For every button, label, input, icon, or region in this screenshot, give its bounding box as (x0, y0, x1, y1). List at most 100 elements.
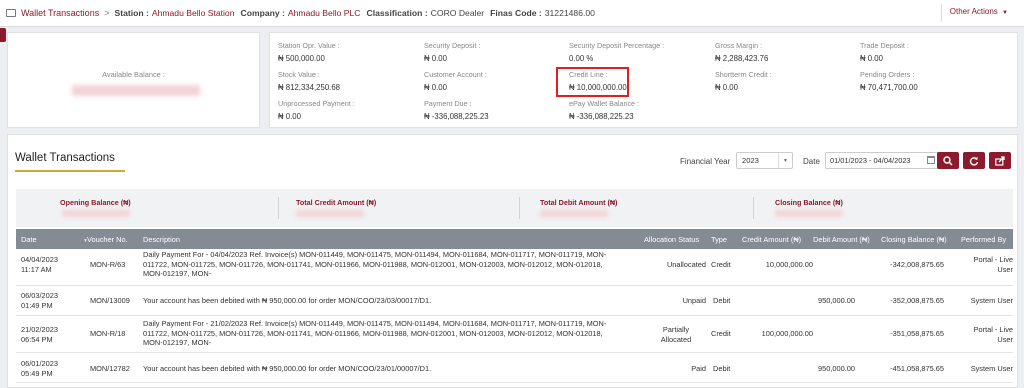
stat-label: Customer Account : (424, 70, 487, 79)
refresh-icon (969, 156, 979, 166)
financial-year-value: 2023 (742, 156, 759, 165)
transactions-table: Date ▼ Voucher No. Description Allocatio… (16, 229, 1013, 383)
date-text: 21/02/2023 (21, 325, 58, 334)
performed-by-line: Portal - Live (973, 255, 1013, 264)
station-key: Station : (114, 8, 149, 18)
table-row[interactable]: 21/02/2023 06:54 PM MON-R/18 Daily Paymen… (16, 316, 1013, 353)
cell-date: 04/04/2023 11:17 AM (21, 255, 81, 274)
station-value: Ahmadu Bello Station (151, 8, 235, 18)
time-text: 01:49 PM (21, 300, 53, 310)
column-header-closing-balance[interactable]: Closing Balance (₦) (881, 235, 947, 244)
financial-year-select[interactable]: 2023 ▼ (736, 152, 793, 169)
cell-allocation-status: Paid (691, 364, 706, 373)
stat-shortterm-credit: Shortterm Credit : ₦ 0.00 (715, 70, 855, 92)
description-line: Your account has been debited with ₦ 950… (143, 296, 432, 305)
stat-unprocessed-payment: Unprocessed Payment : ₦ 0.00 (278, 99, 418, 121)
cell-date: 21/02/2023 06:54 PM (21, 325, 81, 344)
date-range-input[interactable]: 01/01/2023 - 04/04/2023 (825, 152, 940, 169)
cell-credit-amount: 10,000,000.00 (765, 260, 813, 269)
stat-security-deposit: Security Deposit : ₦ 0.00 (424, 41, 564, 63)
caret-down-icon: ▼ (1002, 10, 1008, 16)
financial-year-label: Financial Year (680, 157, 731, 166)
column-header-date[interactable]: Date (21, 235, 37, 244)
column-header-description[interactable]: Description (143, 235, 180, 244)
cell-closing-balance: -352,008,875.65 (890, 296, 944, 305)
table-row[interactable]: 06/03/2023 01:49 PM MON/13009 Your accoun… (16, 286, 1013, 316)
closing-balance-label: Closing Balance (₦) (775, 198, 843, 207)
time-text: 05:49 PM (21, 368, 53, 378)
stat-value: ₦ 0.00 (424, 83, 447, 92)
cell-voucher-no: MON/12782 (90, 364, 130, 373)
table-row[interactable]: 04/04/2023 11:17 AM MON-R/63 Daily Paymen… (16, 249, 1013, 286)
cell-allocation-status: Partially Allocated (650, 325, 702, 344)
status-line: Allocated (660, 334, 692, 344)
time-text: 11:17 AM (21, 264, 52, 274)
summary-total-credit: Total Credit Amount (₦) (278, 189, 527, 227)
column-header-voucher-no[interactable]: Voucher No. (87, 235, 128, 244)
table-row[interactable]: 06/01/2023 05:49 PM MON/12782 Your accoun… (16, 353, 1013, 383)
stat-label: Security Deposit Percentage : (569, 41, 665, 50)
column-header-debit-amount[interactable]: Debit Amount (₦) (813, 235, 870, 244)
stat-label: Payment Due : (424, 99, 472, 108)
status-line: Partially (662, 325, 690, 334)
breadcrumb-wallet-transactions[interactable]: Wallet Transactions (21, 8, 99, 18)
stat-security-deposit-percentage: Security Deposit Percentage : 0.00 % (569, 41, 709, 63)
search-button[interactable] (937, 152, 959, 169)
stat-value: ₦ -336,088,225.23 (424, 112, 489, 121)
date-label: Date (803, 157, 820, 166)
title-underline (15, 170, 125, 172)
opening-balance-label: Opening Balance (₦) (60, 198, 131, 207)
cell-type: Debit (713, 364, 731, 373)
description-line: 011722, MON-011725, MON-011726, MON-0117… (143, 328, 603, 338)
export-button[interactable] (989, 152, 1011, 169)
performed-by-line: System User (970, 296, 1013, 305)
cell-closing-balance: -342,008,875.65 (890, 260, 944, 269)
refresh-button[interactable] (963, 152, 985, 169)
total-debit-label: Total Debit Amount (₦) (540, 198, 618, 207)
finas-code-value: 31221486.00 (544, 8, 595, 18)
company-value: Ahmadu Bello PLC (287, 8, 361, 18)
cell-voucher-no: MON-R/63 (90, 260, 126, 269)
column-header-credit-amount[interactable]: Credit Amount (₦) (742, 235, 801, 244)
sidebar-toggle-tab[interactable] (0, 28, 6, 42)
cell-allocation-status: Unallocated (666, 260, 706, 269)
cell-description: Your account has been debited with ₦ 950… (143, 364, 638, 374)
summary-opening-balance: Opening Balance (₦) (16, 189, 265, 227)
panel-title: Wallet Transactions (15, 152, 115, 164)
cell-closing-balance: -451,058,875.65 (890, 364, 944, 373)
column-header-allocation-status[interactable]: Allocation Status (644, 235, 699, 244)
classification-key: Classification : (366, 8, 428, 18)
breadcrumb-separator: > (104, 8, 110, 18)
cell-date: 06/03/2023 01:49 PM (21, 291, 81, 310)
performed-by-line: System User (970, 364, 1013, 373)
company-key: Company : (240, 8, 285, 18)
cell-allocation-status: Unpaid (682, 296, 706, 305)
stat-label: Trade Deposit : (860, 41, 909, 50)
summary-total-debit: Total Debit Amount (₦) (519, 189, 768, 227)
column-header-type[interactable]: Type (711, 235, 727, 244)
stat-payment-due: Payment Due : ₦ -336,088,225.23 (424, 99, 564, 121)
stat-label: Stock Value : (278, 70, 320, 79)
stat-value: ₦ 0.00 (278, 112, 301, 121)
stat-label: Gross Margin : (715, 41, 763, 50)
available-balance-card: Available Balance : (7, 32, 260, 128)
stat-value: ₦ 0.00 (715, 83, 738, 92)
opening-balance-value-redacted (62, 210, 130, 217)
other-actions-button[interactable]: Other Actions ▼ (940, 4, 1024, 22)
calendar-icon[interactable] (927, 156, 935, 164)
cell-type: Debit (713, 296, 731, 305)
description-line: Daily Payment For - 21/02/2023 Ref. Invo… (143, 319, 607, 328)
column-header-performed-by[interactable]: Performed By (961, 235, 1006, 244)
stat-value: ₦ 0.00 (860, 54, 883, 63)
chevron-down-icon: ▼ (778, 153, 792, 168)
performed-by-line: Portal - Live (973, 325, 1013, 334)
stat-station-opr-value: Station Opr. Value : ₦ 500,000.00 (278, 41, 418, 63)
other-actions-label: Other Actions (949, 7, 998, 16)
description-line: Daily Payment For - 04/04/2023 Ref. Invo… (143, 250, 607, 259)
classification-value: CORO Dealer (430, 8, 485, 18)
top-bar: Wallet Transactions > Station : Ahmadu B… (0, 0, 1024, 27)
credit-line-highlight-box (556, 67, 629, 97)
description-line: Your account has been debited with ₦ 950… (143, 364, 432, 373)
total-debit-value-redacted (540, 210, 608, 217)
stat-trade-deposit: Trade Deposit : ₦ 0.00 (860, 41, 1000, 63)
